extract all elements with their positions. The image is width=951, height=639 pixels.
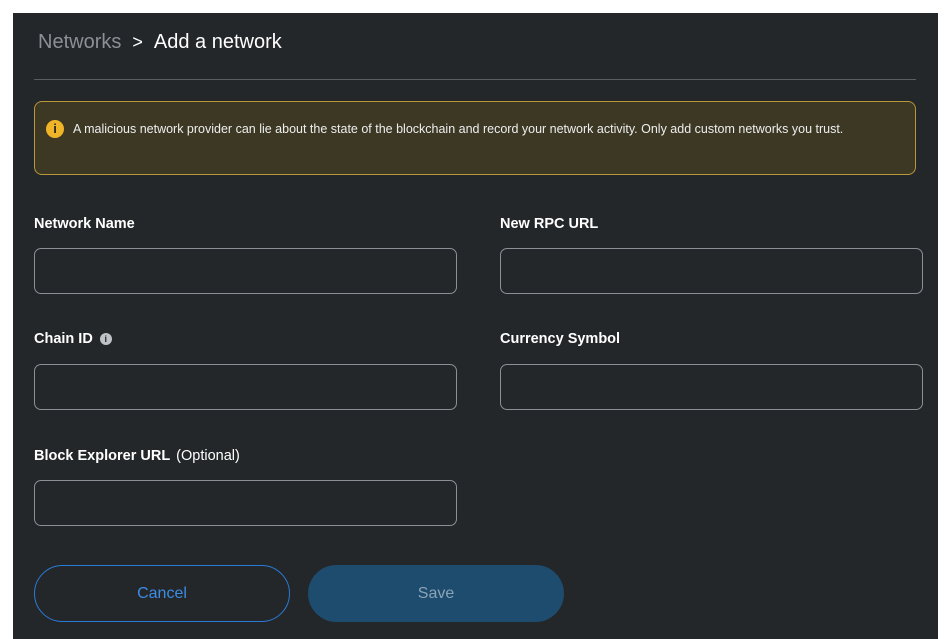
- network-name-label-text: Network Name: [34, 216, 135, 232]
- chain-id-label: Chain ID i: [34, 331, 112, 347]
- network-name-input[interactable]: [34, 248, 457, 294]
- warning-text: A malicious network provider can lie abo…: [73, 122, 844, 136]
- breadcrumb-networks-link[interactable]: Networks: [38, 31, 121, 54]
- network-name-label: Network Name: [34, 216, 135, 232]
- block-explorer-input[interactable]: [34, 480, 457, 526]
- info-circle-icon: i: [46, 120, 64, 138]
- info-icon[interactable]: i: [99, 333, 112, 345]
- currency-symbol-label-text: Currency Symbol: [500, 331, 621, 347]
- page-title: Add a network: [153, 30, 282, 53]
- rpc-url-input[interactable]: [500, 248, 923, 294]
- block-explorer-label: Block Explorer URL (Optional): [34, 448, 240, 464]
- cancel-button[interactable]: Cancel: [34, 565, 290, 622]
- save-button[interactable]: Save: [308, 565, 564, 622]
- optional-tag: (Optional): [176, 448, 240, 464]
- breadcrumb-separator: >: [132, 31, 143, 52]
- add-network-panel: Networks > Add a network i A malicious n…: [13, 13, 938, 639]
- block-explorer-label-text: Block Explorer URL: [34, 448, 171, 464]
- currency-symbol-input[interactable]: [500, 364, 923, 410]
- breadcrumb: Networks > Add a network: [38, 27, 282, 57]
- warning-banner: i A malicious network provider can lie a…: [34, 101, 916, 175]
- rpc-url-label: New RPC URL: [500, 216, 598, 232]
- chain-id-input[interactable]: [34, 364, 457, 410]
- rpc-url-label-text: New RPC URL: [500, 216, 599, 232]
- header-divider: [34, 79, 916, 80]
- currency-symbol-label: Currency Symbol: [500, 331, 620, 347]
- chain-id-label-text: Chain ID: [34, 331, 93, 347]
